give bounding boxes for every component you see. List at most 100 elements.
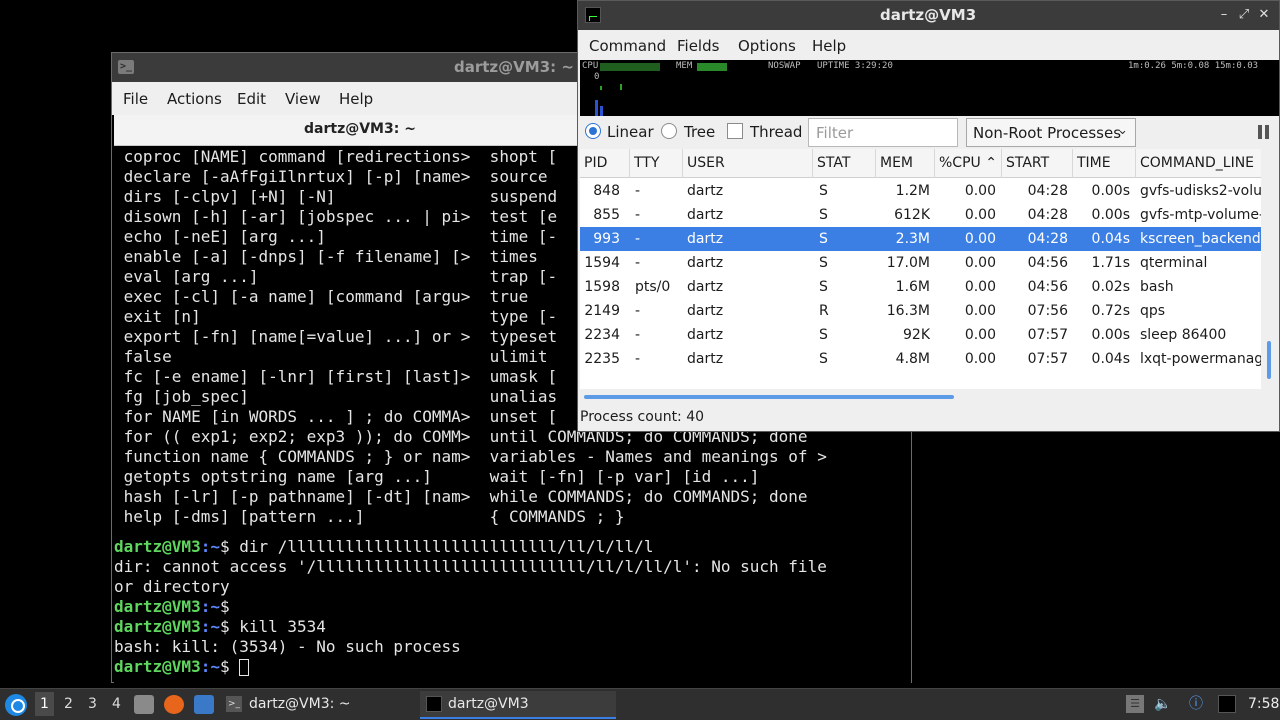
cell-cpu: 0.00 — [964, 351, 996, 367]
help-line: hash [-lr] [-p pathname] [-dt] [nam> whi… — [114, 487, 808, 506]
vertical-scrollbar[interactable] — [1264, 149, 1276, 389]
menu-view[interactable]: View — [285, 90, 321, 108]
cell-cmd: bash — [1140, 279, 1174, 295]
workspace-1[interactable]: 1 — [35, 692, 54, 716]
view-controls: Linear Tree Thread Filter Non-Root Proce… — [578, 117, 1279, 147]
sort-ascending-icon: ⌃ — [985, 155, 997, 171]
start-menu-icon[interactable] — [5, 694, 27, 716]
help-line: help [-dms] [pattern ...] { COMMANDS ; } — [114, 507, 625, 526]
cell-user: dartz — [687, 231, 724, 247]
workspace-2[interactable]: 2 — [64, 696, 73, 712]
firefox-icon[interactable] — [164, 695, 184, 714]
menu-command[interactable]: Command — [589, 37, 666, 55]
horizontal-scrollbar[interactable] — [580, 391, 1261, 403]
process-row[interactable]: 993- dartz S 2.3M 0.00 04:28 0.04s kscreen_back… — [580, 227, 1261, 251]
clock[interactable]: 7:58 — [1248, 696, 1279, 712]
mem-label: MEM — [676, 61, 693, 71]
col-tty[interactable]: TTY — [630, 149, 683, 178]
help-line: fg [job_spec] unalias — [114, 387, 558, 406]
workspace-3[interactable]: 3 — [88, 696, 97, 712]
col-time[interactable]: TIME — [1073, 149, 1136, 178]
close-button[interactable]: ✕ — [1256, 7, 1272, 23]
col-stat[interactable]: STAT — [813, 149, 876, 178]
command-text: kill 3534 — [239, 617, 326, 636]
cell-cpu: 0.00 — [964, 231, 996, 247]
help-line: getopts optstring name [arg ...] wait [-… — [114, 467, 760, 486]
col-command-line[interactable]: COMMAND_LINE — [1136, 149, 1261, 178]
process-filter-select[interactable]: Non-Root Processes ⌄ — [966, 118, 1136, 147]
task-qps[interactable]: dartz@VM3 — [420, 691, 616, 719]
cell-cpu: 0.00 — [964, 207, 996, 223]
cell-stat: S — [819, 183, 828, 199]
cell-cpu: 0.00 — [964, 327, 996, 343]
cell-start: 07:57 — [1027, 351, 1068, 367]
menu-options[interactable]: Options — [738, 37, 796, 55]
cell-pid: 1594 — [584, 255, 620, 271]
uptime-label: UPTIME 3:29:20 — [817, 61, 893, 71]
process-row[interactable]: 2149- dartz R 16.3M 0.00 07:56 0.72s qps — [580, 299, 1261, 323]
thread-label[interactable]: Thread — [750, 123, 802, 141]
cell-tty: - — [635, 231, 641, 247]
cell-cpu: 0.00 — [964, 279, 996, 295]
cpu-label: CPU — [582, 61, 599, 71]
qps-window[interactable]: dartz@VM3 – ⤢ ✕ Command Fields Options H… — [577, 0, 1280, 432]
cell-pid: 1598 — [584, 279, 620, 295]
process-row[interactable]: 1598 pts/0 dartz S 1.6M 0.00 04:56 0.02s bash — [580, 275, 1261, 299]
system-monitor-icon[interactable] — [1218, 695, 1236, 713]
cell-pid: 993 — [593, 231, 620, 247]
process-row[interactable]: 2234- dartz S 92K 0.00 07:57 0.00s sleep 86400 — [580, 323, 1261, 347]
col-mem[interactable]: MEM — [876, 149, 935, 178]
help-line: coproc [NAME] command [redirections> sho… — [114, 147, 558, 166]
cell-stat: S — [819, 207, 828, 223]
filter-input[interactable]: Filter — [808, 118, 958, 147]
task-terminal[interactable]: >_ dartz@VM3: ~ — [222, 691, 418, 719]
prompt-line: dartz@VM3:~$ — [114, 597, 240, 616]
qps-titlebar[interactable]: dartz@VM3 – ⤢ ✕ — [578, 1, 1279, 30]
chevron-down-icon: ⌄ — [1117, 123, 1128, 138]
col-user[interactable]: USER — [683, 149, 813, 178]
col-start[interactable]: START — [1002, 149, 1073, 178]
system-graph: CPU 0 MEM NOSWAP UPTIME 3:29:20 1m:0.26 … — [580, 60, 1279, 116]
process-filter-value: Non-Root Processes — [973, 124, 1122, 142]
minimize-button[interactable]: – — [1216, 7, 1232, 23]
col-pid[interactable]: PID — [580, 149, 630, 178]
clipboard-icon[interactable]: ☰ — [1126, 695, 1144, 713]
menu-fields[interactable]: Fields — [677, 37, 719, 55]
menu-edit[interactable]: Edit — [237, 90, 266, 108]
linear-radio[interactable] — [585, 123, 601, 139]
cell-time: 0.00s — [1091, 207, 1130, 223]
help-line: echo [-neE] [arg ...] time [- — [114, 227, 558, 246]
process-row[interactable]: 1594- dartz S 17.0M 0.00 04:56 1.71s qterminal — [580, 251, 1261, 275]
process-count: Process count: 40 — [580, 409, 705, 425]
volume-icon[interactable]: 🔈 — [1154, 695, 1172, 713]
menu-help[interactable]: Help — [812, 37, 846, 55]
tree-radio[interactable] — [661, 123, 677, 139]
cpu-history — [620, 84, 622, 90]
process-row[interactable]: 855- dartz S 612K 0.00 04:28 0.00s gvfs-mtp-vol… — [580, 203, 1261, 227]
menu-help[interactable]: Help — [339, 90, 373, 108]
workspace-4[interactable]: 4 — [112, 696, 121, 712]
cell-mem: 17.0M — [886, 255, 930, 271]
process-row[interactable]: 2235- dartz S 4.8M 0.00 07:57 0.04s lxqt-powerm… — [580, 347, 1261, 371]
cell-mem: 16.3M — [886, 303, 930, 319]
cell-user: dartz — [687, 351, 724, 367]
process-table[interactable]: PID TTY USER STAT MEM %CPU ⌃ START TIME … — [580, 149, 1261, 389]
pause-icon[interactable] — [1258, 125, 1270, 139]
file-manager-icon[interactable] — [134, 695, 154, 714]
cell-cmd: kscreen_backend — [1140, 231, 1261, 247]
thread-checkbox[interactable] — [727, 123, 743, 139]
menu-file[interactable]: File — [123, 90, 148, 108]
col-cpu[interactable]: %CPU ⌃ — [935, 149, 1002, 178]
show-desktop-icon[interactable] — [194, 695, 214, 714]
linear-label[interactable]: Linear — [607, 123, 654, 141]
help-line: export [-fn] [name[=value] ...] or > typ… — [114, 327, 558, 346]
tree-label[interactable]: Tree — [684, 123, 715, 141]
qps-app-icon — [585, 7, 601, 23]
notification-icon[interactable]: ⓘ — [1187, 695, 1205, 713]
menu-actions[interactable]: Actions — [167, 90, 222, 108]
cell-tty: - — [635, 327, 641, 343]
prompt-line[interactable]: dartz@VM3:~$ — [114, 657, 250, 677]
process-row[interactable]: 848- dartz S 1.2M 0.00 04:28 0.00s gvfs-udisks2… — [580, 179, 1261, 203]
help-line: exit [n] type [- — [114, 307, 558, 326]
maximize-button[interactable]: ⤢ — [1236, 7, 1252, 23]
